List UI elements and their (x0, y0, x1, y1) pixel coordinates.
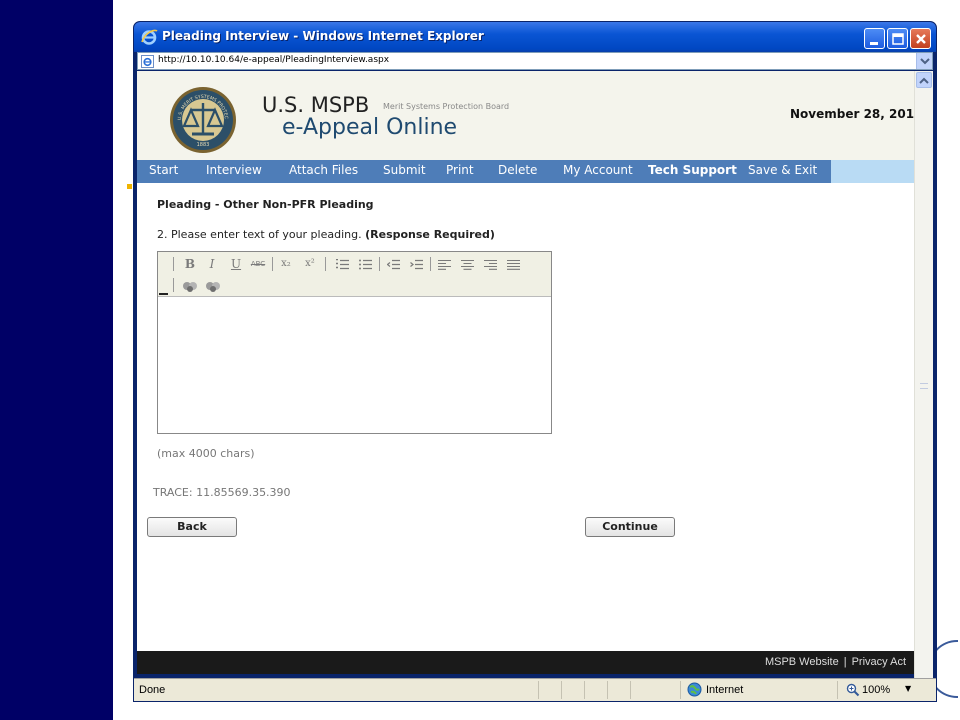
numbered-list-icon[interactable] (336, 259, 349, 270)
status-divider (607, 681, 608, 699)
trace-text: TRACE: 11.85569.35.390 (153, 486, 291, 499)
outdent-icon[interactable] (387, 259, 400, 270)
mspb-seal-icon: U.S. MERIT SYSTEMS PROTECTION BOARD 1883 (169, 86, 236, 153)
site-subtitle: Merit Systems Protection Board (383, 102, 510, 111)
slide-bullet (127, 184, 132, 189)
toolbar-separator (430, 257, 431, 271)
status-divider (561, 681, 562, 699)
nav-my-account[interactable]: My Account (563, 163, 633, 177)
site-header: U.S. MERIT SYSTEMS PROTECTION BOARD 1883… (137, 71, 914, 160)
underline-icon[interactable]: U (228, 256, 244, 272)
question-label: 2. Please enter text of your pleading. (… (157, 228, 495, 241)
chevron-down-icon (920, 58, 930, 65)
zone-text: Internet (706, 684, 744, 696)
toolbar-separator (325, 257, 326, 271)
nav-start[interactable]: Start (149, 163, 178, 177)
toolbar-separator (379, 257, 380, 271)
bulleted-list-icon[interactable] (359, 259, 372, 270)
scroll-grip[interactable] (920, 383, 928, 389)
maximize-button[interactable] (887, 28, 908, 49)
zoom-icon[interactable] (846, 683, 860, 697)
toolbar-separator (272, 257, 273, 271)
maximize-icon (892, 33, 904, 45)
indent-icon[interactable] (410, 259, 423, 270)
max-chars-hint: (max 4000 chars) (157, 447, 255, 460)
superscript-icon[interactable]: x² (302, 256, 318, 272)
zoom-level[interactable]: 100% (862, 684, 890, 696)
mspb-website-link[interactable]: MSPB Website (765, 656, 839, 668)
footer-separator: | (843, 656, 847, 668)
strikethrough-icon[interactable]: ABC (250, 256, 266, 272)
justify-icon[interactable] (507, 259, 520, 270)
status-divider (584, 681, 585, 699)
status-divider (837, 681, 838, 699)
nav-delete[interactable]: Delete (498, 163, 537, 177)
close-icon (916, 34, 926, 44)
required-label: (Response Required) (365, 228, 495, 241)
minimize-button[interactable] (864, 28, 885, 49)
pleading-text-area[interactable] (158, 297, 551, 433)
status-text: Done (139, 684, 166, 696)
status-divider (680, 681, 681, 699)
spellcheck-icon[interactable] (182, 278, 198, 294)
site-title: U.S. MSPB (262, 93, 370, 117)
minimize-icon (870, 42, 878, 45)
toolbar-separator (173, 278, 174, 292)
browser-window: Pleading Interview - Windows Internet Ex… (133, 21, 937, 702)
nav-attach-files[interactable]: Attach Files (289, 163, 358, 177)
browser-viewport: U.S. MERIT SYSTEMS PROTECTION BOARD 1883… (137, 71, 914, 670)
title-bar[interactable]: Pleading Interview - Windows Internet Ex… (134, 22, 936, 52)
zoom-dropdown-icon[interactable]: ▼ (905, 684, 911, 693)
address-bar[interactable]: http://10.10.10.64/e-appeal/PleadingInte… (137, 52, 933, 70)
scroll-up-button[interactable] (916, 72, 932, 88)
vertical-scrollbar[interactable] (914, 71, 933, 701)
footer-links: MSPB Website | Privacy Act (765, 656, 906, 668)
address-url: http://10.10.10.64/e-appeal/PleadingInte… (158, 55, 390, 65)
status-divider (630, 681, 631, 699)
rich-text-editor[interactable]: B I U ABC x₂ x² (157, 251, 552, 434)
page-heading: Pleading - Other Non-PFR Pleading (157, 198, 374, 211)
nav-print[interactable]: Print (446, 163, 474, 177)
toolbar-collapse-icon[interactable] (159, 289, 168, 295)
seal-year: 1883 (197, 142, 210, 148)
header-date: November 28, 2011 (790, 107, 914, 121)
question-text: 2. Please enter text of your pleading. (157, 228, 362, 241)
nav-submit[interactable]: Submit (383, 163, 426, 177)
content-area: Pleading - Other Non-PFR Pleading 2. Ple… (137, 183, 914, 651)
bold-icon[interactable]: B (182, 256, 198, 272)
window-title: Pleading Interview - Windows Internet Ex… (162, 29, 484, 43)
slide: Pleading Interview - Windows Internet Ex… (0, 0, 960, 720)
align-center-icon[interactable] (461, 259, 474, 270)
close-button[interactable] (910, 28, 931, 49)
subscript-icon[interactable]: x₂ (278, 256, 294, 272)
nav-tech-support[interactable]: Tech Support (648, 163, 737, 177)
site-tagline: e-Appeal Online (282, 115, 458, 140)
chevron-up-icon (919, 77, 929, 84)
nav-save-exit[interactable]: Save & Exit (748, 163, 817, 177)
site-footer: MSPB Website | Privacy Act (137, 651, 914, 674)
spellcheck-options-icon[interactable] (205, 278, 221, 294)
page-icon (141, 55, 154, 68)
align-right-icon[interactable] (484, 259, 497, 270)
continue-button[interactable]: Continue (585, 517, 675, 537)
back-button[interactable]: Back (147, 517, 237, 537)
editor-toolbar: B I U ABC x₂ x² (158, 252, 551, 297)
nav-interview[interactable]: Interview (206, 163, 262, 177)
privacy-act-link[interactable]: Privacy Act (852, 656, 906, 668)
italic-icon[interactable]: I (204, 256, 220, 272)
address-dropdown-button[interactable] (916, 53, 932, 69)
status-divider (538, 681, 539, 699)
internet-globe-icon (687, 682, 702, 697)
toolbar-separator (173, 257, 174, 271)
slide-sidebar (0, 0, 113, 720)
status-bar: Done Internet 100% ▼ (134, 678, 936, 701)
align-left-icon[interactable] (438, 259, 451, 270)
main-nav: Start Interview Attach Files Submit Prin… (137, 160, 914, 183)
ie-logo-icon (141, 29, 158, 45)
